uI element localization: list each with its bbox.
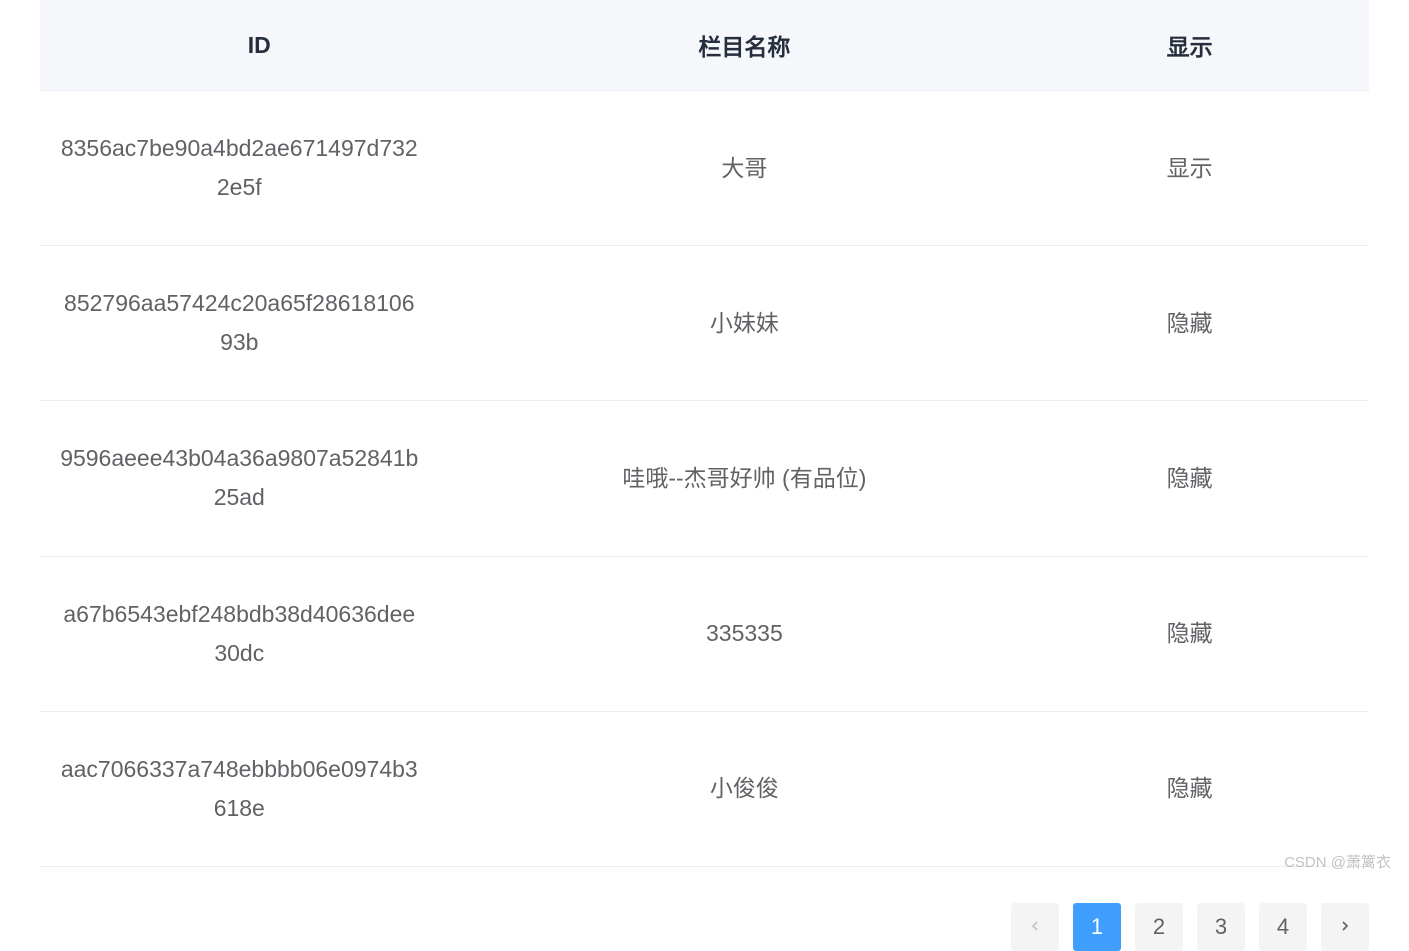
page-button-3[interactable]: 3 <box>1197 903 1245 951</box>
cell-display: 隐藏 <box>1010 556 1369 711</box>
table-header-row: ID 栏目名称 显示 <box>40 0 1369 91</box>
cell-name: 大哥 <box>479 91 1011 246</box>
table-row: 9596aeee43b04a36a9807a52841b25ad 哇哦--杰哥好… <box>40 401 1369 556</box>
header-display: 显示 <box>1010 0 1369 91</box>
table-row: a67b6543ebf248bdb38d40636dee30dc 335335 … <box>40 556 1369 711</box>
chevron-right-icon <box>1337 914 1353 940</box>
cell-name: 335335 <box>479 556 1011 711</box>
cell-id: 9596aeee43b04a36a9807a52841b25ad <box>40 401 479 556</box>
page-button-2[interactable]: 2 <box>1135 903 1183 951</box>
page-button-1[interactable]: 1 <box>1073 903 1121 951</box>
cell-name: 小妹妹 <box>479 246 1011 401</box>
page-button-4[interactable]: 4 <box>1259 903 1307 951</box>
cell-display: 隐藏 <box>1010 246 1369 401</box>
cell-id: 852796aa57424c20a65f2861810693b <box>40 246 479 401</box>
prev-page-button[interactable] <box>1011 903 1059 951</box>
cell-name: 哇哦--杰哥好帅 (有品位) <box>479 401 1011 556</box>
table-row: 8356ac7be90a4bd2ae671497d7322e5f 大哥 显示 <box>40 91 1369 246</box>
cell-display: 隐藏 <box>1010 401 1369 556</box>
cell-display: 显示 <box>1010 91 1369 246</box>
cell-id: 8356ac7be90a4bd2ae671497d7322e5f <box>40 91 479 246</box>
next-page-button[interactable] <box>1321 903 1369 951</box>
pagination: 1 2 3 4 <box>1011 903 1369 951</box>
cell-display: 隐藏 <box>1010 711 1369 866</box>
table-row: aac7066337a748ebbbb06e0974b3618e 小俊俊 隐藏 <box>40 711 1369 866</box>
cell-name: 小俊俊 <box>479 711 1011 866</box>
header-id: ID <box>40 0 479 91</box>
cell-id: a67b6543ebf248bdb38d40636dee30dc <box>40 556 479 711</box>
cell-id: aac7066337a748ebbbb06e0974b3618e <box>40 711 479 866</box>
header-name: 栏目名称 <box>479 0 1011 91</box>
data-table: ID 栏目名称 显示 8356ac7be90a4bd2ae671497d7322… <box>40 0 1369 867</box>
chevron-left-icon <box>1027 914 1043 940</box>
table-row: 852796aa57424c20a65f2861810693b 小妹妹 隐藏 <box>40 246 1369 401</box>
